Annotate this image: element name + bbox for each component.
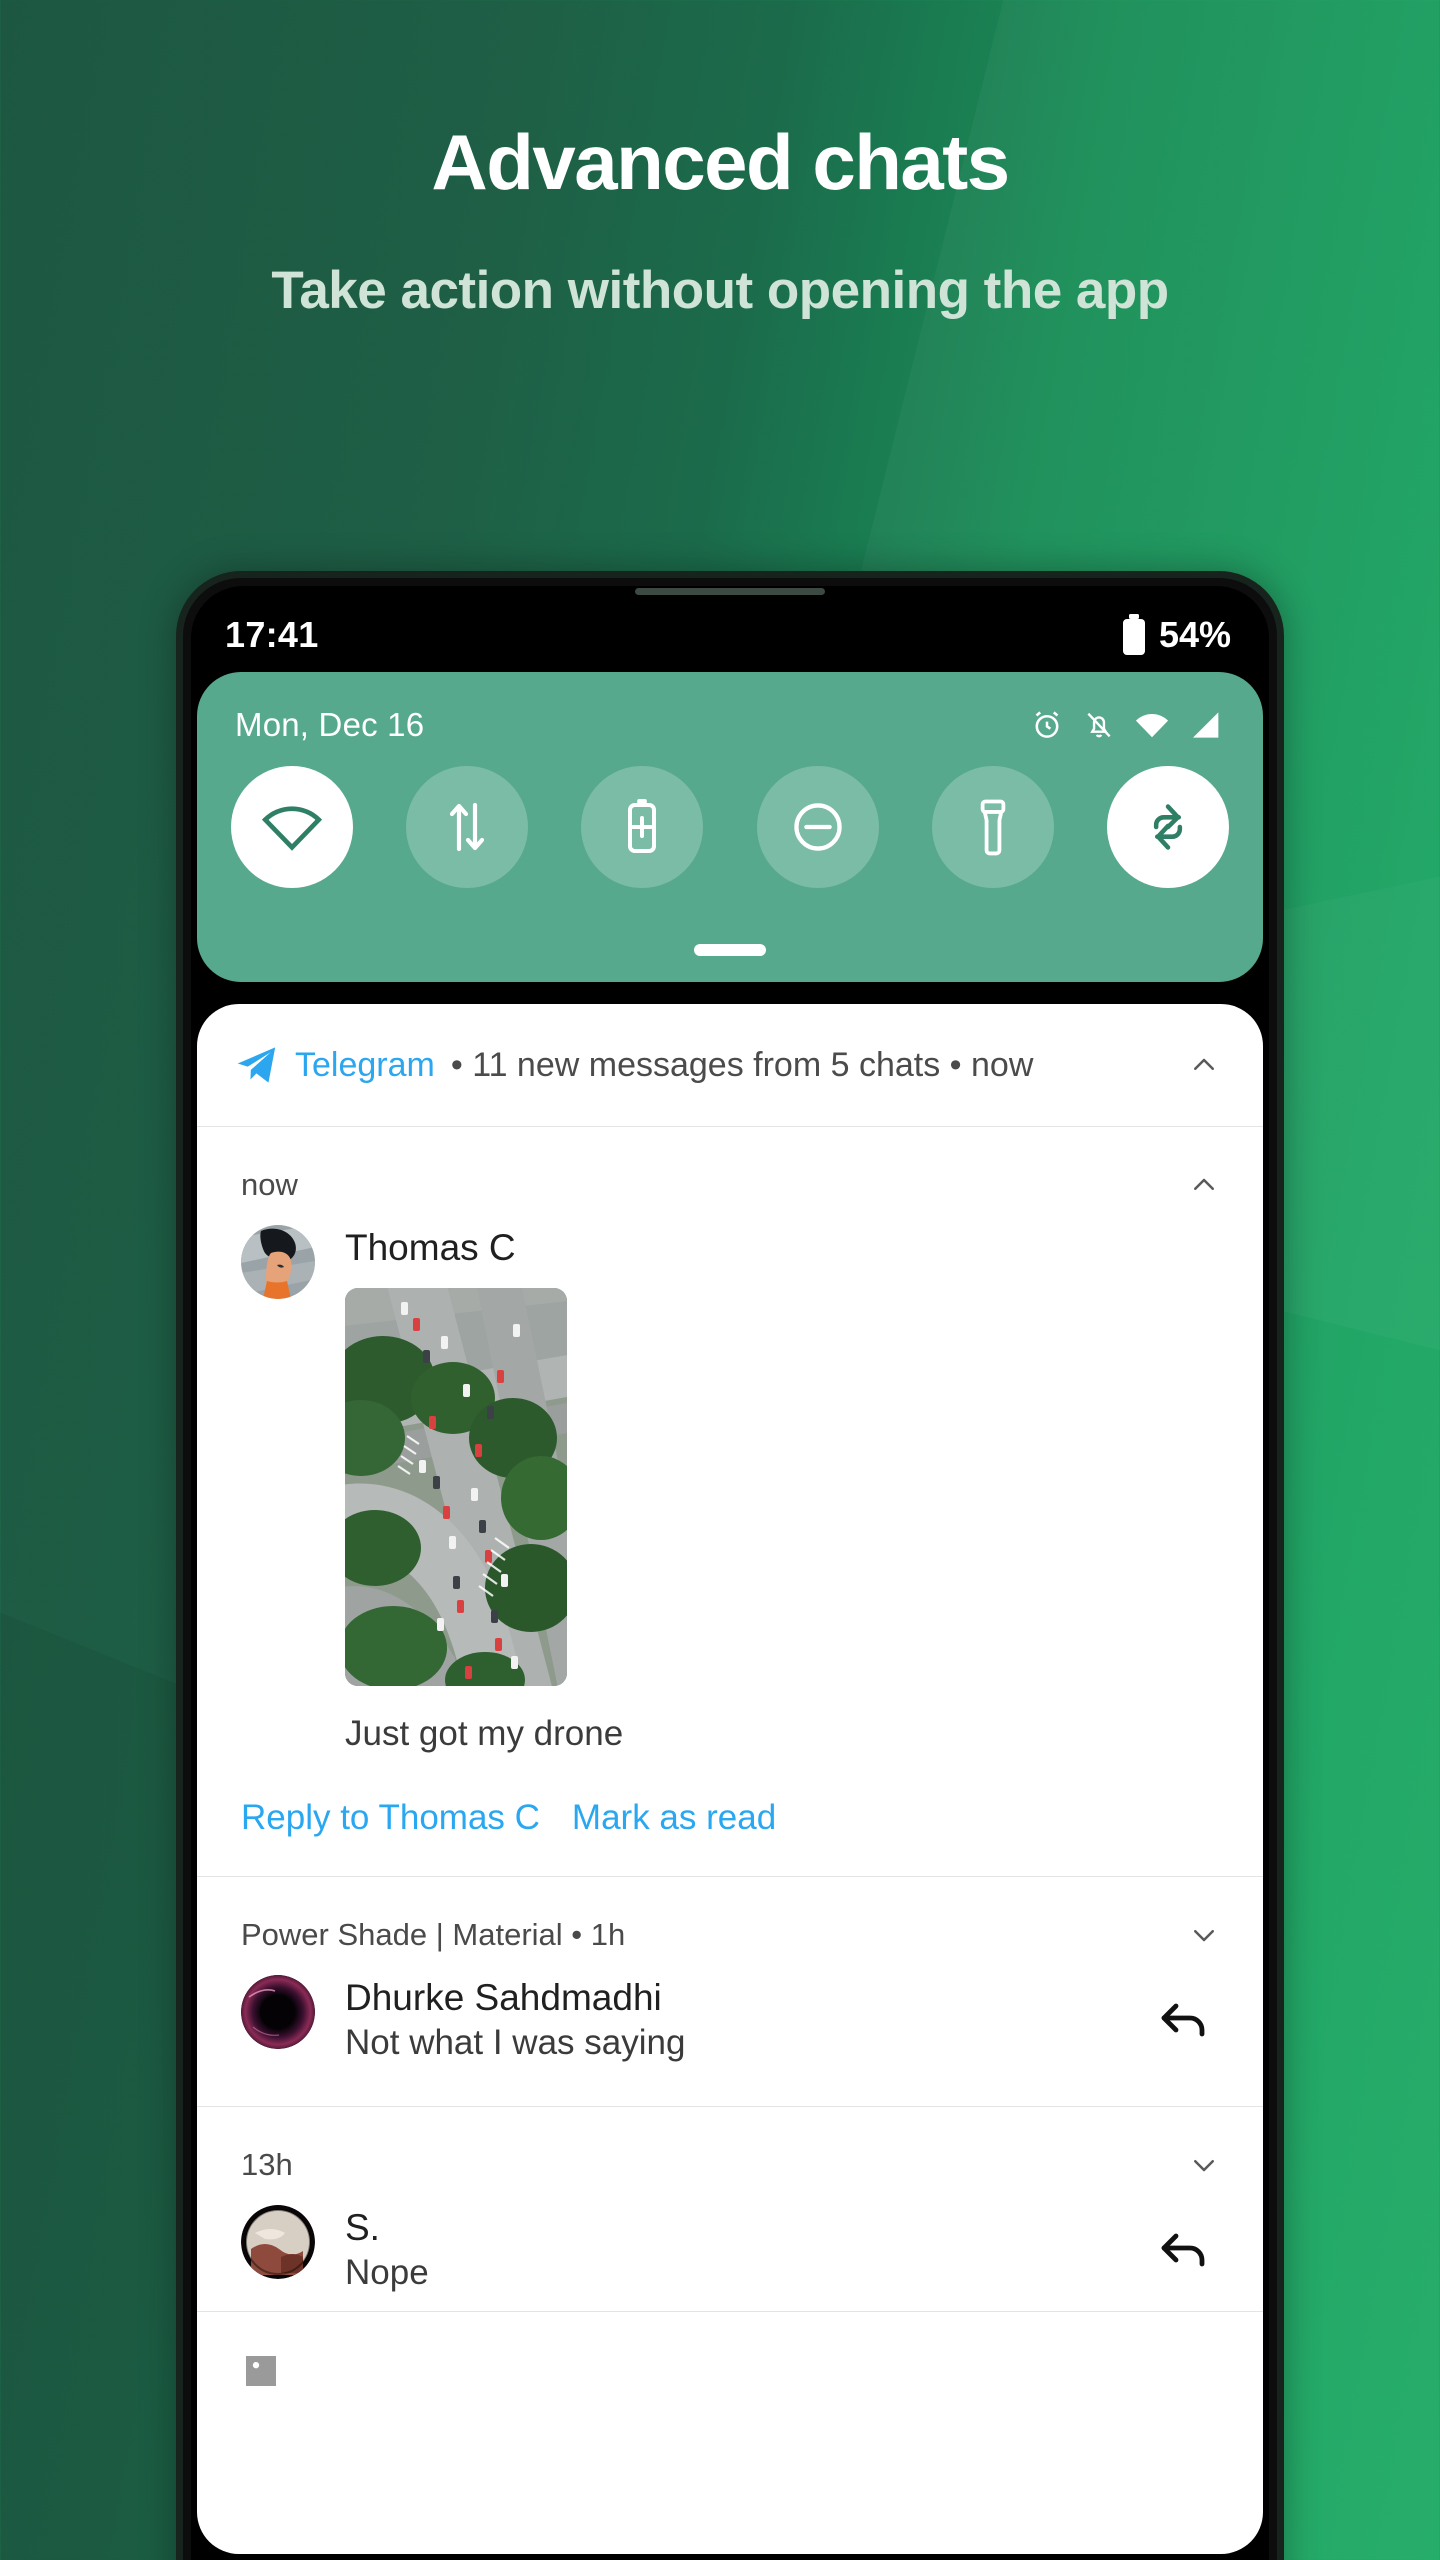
wifi-icon [1134,710,1170,740]
chevron-up-icon[interactable] [1189,1050,1219,1080]
quick-settings-tiles [197,744,1263,888]
mark-as-read-button[interactable]: Mark as read [572,1798,776,1838]
group-header[interactable]: now [197,1127,1263,1203]
status-bar-clock: 17:41 [225,614,319,655]
notification-app-header[interactable]: Telegram • 11 new messages from 5 chats … [197,1004,1263,1126]
quick-settings-header: Mon, Dec 16 [197,672,1263,744]
telegram-icon [235,1045,279,1085]
message-body: Thomas C Just got my drone [315,1225,1219,1754]
do-not-disturb-tile[interactable] [756,766,879,888]
earpiece-speaker [635,588,825,595]
reply-arrow-icon[interactable] [1149,2205,1219,2296]
chevron-down-icon[interactable] [1189,2150,1219,2180]
battery-percent: 54% [1158,614,1231,655]
notification-message[interactable]: S. Nope [197,2183,1263,2296]
phone-screen: 17:41 54% Mon, Dec 16 Telegram • 11 new … [191,586,1269,2560]
shade-footer [197,2312,1263,2430]
message-body: Dhurke Sahdmadhi Not what I was saying [315,1975,1149,2066]
message-attachment-photo[interactable] [345,1288,567,1687]
image-placeholder-icon[interactable] [241,2351,281,2391]
message-sender: Dhurke Sahdmadhi [345,1977,662,2019]
phone-frame: 17:41 54% Mon, Dec 16 Telegram • 11 new … [183,578,1277,2560]
signal-icon [1189,710,1221,740]
quick-settings-date: Mon, Dec 16 [235,706,425,743]
avatar [241,1225,315,1299]
notification-group-13h[interactable]: 13h S. Nope [197,2107,1263,2296]
notification-message[interactable]: Thomas C Just got my drone [197,1203,1263,1754]
auto-rotate-tile[interactable] [1106,766,1229,888]
battery-icon [1121,614,1147,656]
group-header[interactable]: Power Shade | Material • 1h [197,1877,1263,1953]
message-text: Not what I was saying [345,2023,686,2063]
group-header[interactable]: 13h [197,2107,1263,2183]
notification-group-power-shade[interactable]: Power Shade | Material • 1h Dhurke Sahdm… [197,1877,1263,2106]
battery-saver-tile[interactable] [581,766,704,888]
chevron-up-icon[interactable] [1189,1170,1219,1200]
hero-section: Advanced chats Take action without openi… [0,0,1440,322]
page-subtitle: Take action without opening the app [271,260,1169,320]
alarm-icon [1030,708,1064,742]
reply-arrow-icon[interactable] [1149,1975,1219,2066]
notification-message[interactable]: Dhurke Sahdmadhi Not what I was saying [197,1953,1263,2106]
group-label: now [241,1167,298,1202]
message-text: Just got my drone [345,1714,624,1754]
notification-group-now[interactable]: now Thomas C Just got my drone Reply to … [197,1127,1263,1876]
message-body: S. Nope [315,2205,1149,2296]
avatar [241,2204,315,2279]
quick-settings-status-icons [1030,708,1221,742]
avatar [241,1975,315,2050]
flashlight-tile[interactable] [931,766,1054,888]
drag-handle[interactable] [694,944,766,956]
notification-app-header-left: Telegram • 11 new messages from 5 chats … [235,1045,1033,1085]
page-title: Advanced chats [431,118,1010,206]
quick-settings-panel[interactable]: Mon, Dec 16 [197,672,1263,982]
message-sender: Thomas C [345,1227,516,1268]
message-text: Nope [345,2252,429,2292]
message-sender: S. [345,2206,380,2248]
group-label: 13h [241,2146,293,2182]
status-bar-right: 54% [1121,614,1231,656]
group-label: Power Shade | Material • 1h [241,1917,626,1953]
notifications-muted-icon [1083,708,1115,742]
notification-actions: Reply to Thomas C Mark as read [197,1754,1263,1876]
notification-app-name: Telegram [295,1045,435,1084]
mobile-data-tile[interactable] [406,766,529,888]
reply-action-button[interactable]: Reply to Thomas C [241,1798,540,1838]
wifi-tile[interactable] [231,766,353,888]
notification-summary: • 11 new messages from 5 chats • now [450,1045,1034,1084]
status-bar: 17:41 54% [191,600,1269,670]
notification-shade: Telegram • 11 new messages from 5 chats … [197,1004,1263,2554]
chevron-down-icon[interactable] [1189,1920,1219,1950]
